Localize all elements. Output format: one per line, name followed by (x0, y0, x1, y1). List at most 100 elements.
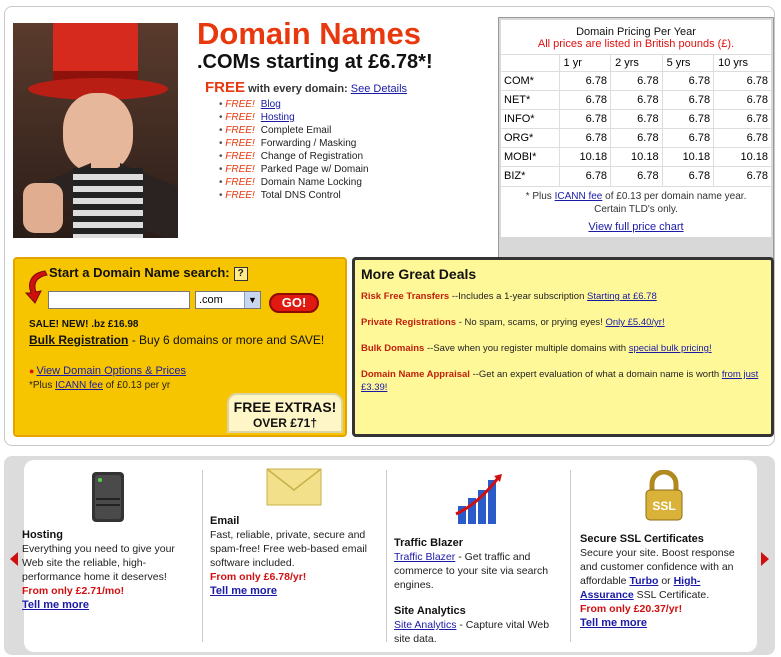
price-cell: 6.78 (661, 71, 714, 91)
free-line: FREE with every domain: See Details (205, 79, 487, 96)
feature-item: FREE!Total DNS Control (219, 189, 487, 202)
divider (202, 470, 203, 642)
price-cell: 6.78 (661, 109, 714, 129)
search-title: Start a Domain Name search:? (49, 265, 248, 281)
table-row: COM* 6.78 6.78 6.78 6.78 (501, 71, 771, 91)
price-cell: 6.78 (713, 71, 771, 91)
price-cell: 10.18 (713, 147, 771, 167)
top-panel: Domain Names .COMs starting at £6.78*! F… (4, 6, 775, 446)
analytics-title: Site Analytics (394, 605, 466, 617)
email-tell-more-link[interactable]: Tell me more (210, 585, 277, 597)
tld-dropdown[interactable]: .com ▼ (195, 291, 261, 309)
free-extras-badge[interactable]: FREE EXTRAS! OVER £71† (227, 393, 343, 433)
price-cell: 6.78 (558, 128, 611, 148)
icann-fee-link[interactable]: ICANN fee (555, 191, 603, 202)
feature-item: FREE!Parked Page w/ Domain (219, 163, 487, 176)
hosting-price: From only £2.71/mo! (22, 585, 125, 597)
feature-item: FREE!Blog (219, 98, 487, 111)
feature-item: FREE!Domain Name Locking (219, 176, 487, 189)
pricing-footnote: * Plus ICANN fee of £0.13 per domain nam… (501, 185, 771, 218)
hosting-tell-more-link[interactable]: Tell me more (22, 599, 89, 611)
table-row: NET* 6.78 6.78 6.78 6.78 (501, 90, 771, 110)
product-email: Email Fast, reliable, private, secure an… (210, 466, 380, 648)
deal-item: Risk Free Transfers --Includes a 1-year … (361, 291, 657, 302)
pricing-note: All prices are listed in British pounds … (537, 38, 735, 50)
page-subtitle: .COMs starting at £6.78*! (197, 51, 433, 73)
bulk-line: Bulk Registration - Buy 6 domains or mor… (29, 333, 325, 347)
help-icon[interactable]: ? (233, 266, 248, 281)
free-word: FREE (205, 79, 246, 96)
deal-item: Private Registrations - No spam, scams, … (361, 317, 665, 328)
price-cell: 6.78 (610, 128, 663, 148)
tld-cell: MOBI* (501, 147, 560, 167)
domain-search-input[interactable] (48, 291, 190, 309)
svg-text:SSL: SSL (652, 499, 675, 513)
mascot-photo (13, 23, 178, 238)
ssl-title: Secure SSL Certificates (580, 533, 704, 545)
traffic-blazer-link[interactable]: Traffic Blazer (394, 551, 455, 563)
email-text: Fast, reliable, private, secure and spam… (210, 529, 367, 569)
envelope-icon (266, 468, 322, 506)
go-button[interactable]: GO! (269, 293, 319, 313)
price-cell: 6.78 (661, 166, 714, 186)
headline: Domain Names .COMs starting at £6.78*! F… (197, 17, 487, 202)
price-cell: 6.78 (661, 128, 714, 148)
feature-item: FREE!Forwarding / Masking (219, 137, 487, 150)
price-cell: 6.78 (610, 71, 663, 91)
carousel-next-icon[interactable] (761, 552, 769, 566)
table-row: MOBI* 10.18 10.18 10.18 10.18 (501, 147, 771, 167)
price-cell: 10.18 (661, 147, 714, 167)
sale-text: SALE! NEW! .bz £16.98 (29, 319, 139, 330)
feature-hosting-link[interactable]: Hosting (261, 112, 295, 123)
divider (386, 470, 387, 642)
view-domain-options-link[interactable]: View Domain Options & Prices (36, 365, 186, 377)
site-analytics-link[interactable]: Site Analytics (394, 619, 456, 631)
price-cell: 6.78 (558, 90, 611, 110)
table-row: INFO* 6.78 6.78 6.78 6.78 (501, 109, 771, 129)
turbo-link[interactable]: Turbo (629, 575, 658, 587)
ssl-tell-more-link[interactable]: Tell me more (580, 617, 647, 629)
price-cell: 6.78 (558, 166, 611, 186)
ssl-padlock-icon: SSL (645, 470, 683, 521)
price-cell: 6.78 (610, 90, 663, 110)
bar-chart-icon (455, 474, 502, 524)
feature-item: FREE!Change of Registration (219, 150, 487, 163)
product-traffic-analytics: Traffic Blazer Traffic Blazer - Get traf… (394, 466, 564, 648)
feature-item: FREE!Hosting (219, 111, 487, 124)
price-cell: 6.78 (713, 166, 771, 186)
icann-fee-link-2[interactable]: ICANN fee (55, 380, 103, 391)
bulk-registration-link[interactable]: Bulk Registration (29, 333, 128, 347)
deal-link[interactable]: Starting at £6.78 (587, 291, 657, 302)
price-cell: 6.78 (713, 109, 771, 129)
hosting-title: Hosting (22, 529, 63, 541)
free-with-text: with every domain: (248, 83, 348, 95)
product-ssl: SSL Secure SSL Certificates Secure your … (580, 466, 750, 648)
deal-item: Bulk Domains --Save when you register mu… (361, 343, 712, 354)
deal-link[interactable]: Only £5.40/yr! (605, 317, 664, 328)
pricing-title: Domain Pricing Per Year (576, 26, 696, 38)
divider (570, 470, 571, 642)
chevron-down-icon: ▼ (244, 292, 260, 308)
features-list: FREE!Blog FREE!Hosting FREE!Complete Ema… (219, 98, 487, 202)
pricing-panel: Domain Pricing Per Year All prices are l… (498, 17, 774, 259)
deals-title: More Great Deals (361, 266, 477, 282)
price-cell: 6.78 (713, 90, 771, 110)
tld-cell: INFO* (501, 109, 560, 129)
pricing-header-row: 1 yr 2 yrs 5 yrs 10 yrs (501, 54, 771, 72)
hosting-text: Everything you need to give your Web sit… (22, 543, 175, 583)
view-price-chart-link[interactable]: View full price chart (588, 221, 683, 233)
price-cell: 6.78 (558, 71, 611, 91)
deal-link[interactable]: special bulk pricing! (629, 343, 712, 354)
carousel-prev-icon[interactable] (10, 552, 18, 566)
see-details-link[interactable]: See Details (351, 83, 407, 95)
col-header: 5 yrs (661, 54, 714, 72)
icann-note: *Plus ICANN fee of £0.13 per yr (29, 380, 171, 391)
col-header: 1 yr (558, 54, 611, 72)
traffic-title: Traffic Blazer (394, 537, 464, 549)
price-cell: 6.78 (713, 128, 771, 148)
tld-cell: COM* (501, 71, 560, 91)
curved-arrow-icon (24, 270, 48, 304)
email-title: Email (210, 515, 240, 527)
price-cell: 6.78 (558, 109, 611, 129)
feature-blog-link[interactable]: Blog (261, 99, 281, 110)
